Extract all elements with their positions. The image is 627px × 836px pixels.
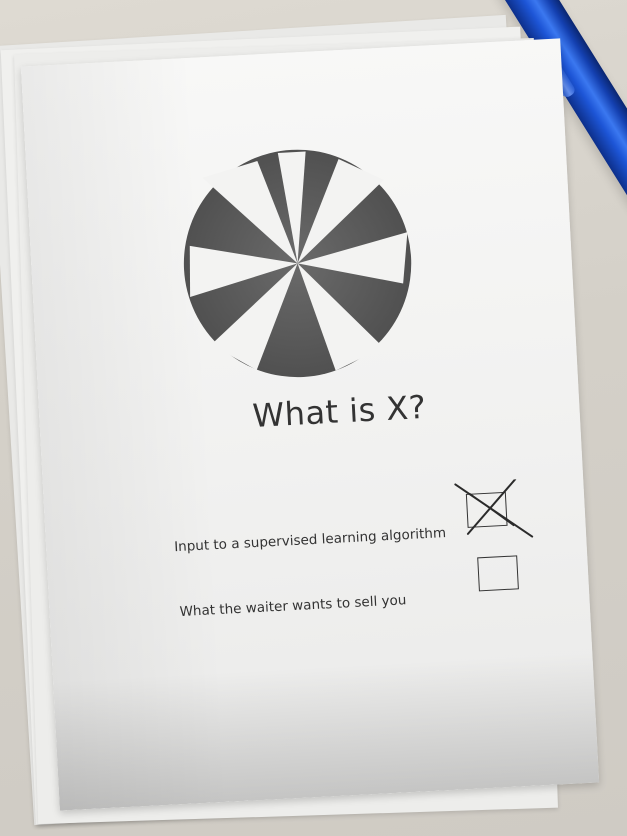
photo-scene: What is X? Input to a supervised learnin… [0,0,627,836]
quiz-card: What is X? Input to a supervised learnin… [20,38,600,811]
answer-checkbox-empty[interactable] [477,555,519,592]
answer-checkbox-checked[interactable] [465,491,508,528]
pinwheel-logo-icon [183,149,412,378]
